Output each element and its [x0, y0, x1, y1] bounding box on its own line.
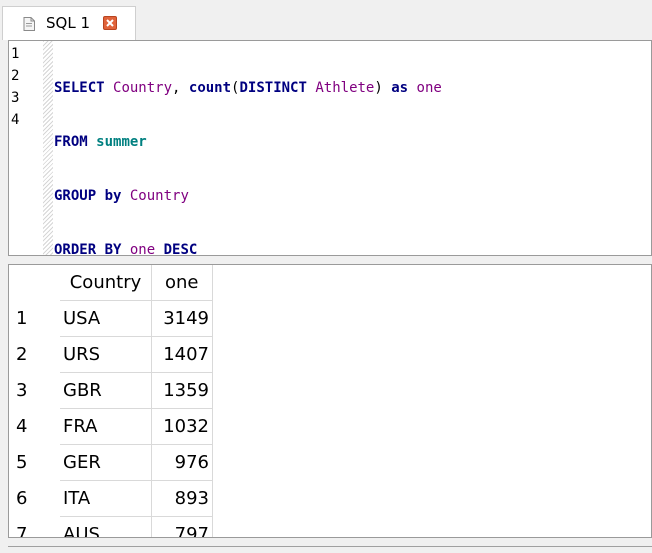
punctuation-token: ) [374, 80, 392, 96]
cell-country[interactable]: FRA [60, 409, 152, 445]
cell-one[interactable]: 797 [152, 517, 213, 537]
cell-country[interactable]: URS [60, 337, 152, 373]
cell-one[interactable]: 893 [152, 481, 213, 517]
identifier-token: one [416, 80, 442, 96]
cell-country[interactable]: ITA [60, 481, 152, 517]
bottom-scrollbar-area[interactable] [0, 538, 652, 553]
divider [8, 546, 652, 547]
table-token: summer [96, 134, 147, 150]
code-line: SELECT Country, count(DISTINCT Athlete) … [54, 77, 442, 99]
keyword-token: count [188, 80, 232, 96]
keyword-token: SELECT [54, 80, 105, 96]
keyword-token: DISTINCT [239, 80, 307, 96]
sql-file-icon [23, 16, 35, 31]
column-header-one[interactable]: one [152, 265, 213, 301]
cell-country[interactable]: AUS [60, 517, 152, 537]
cell-one[interactable]: 976 [152, 445, 213, 481]
row-header-corner [9, 265, 60, 301]
tab-strip: SQL 1 [0, 0, 652, 40]
tab-sql-1[interactable]: SQL 1 [2, 6, 136, 40]
close-icon[interactable] [103, 16, 117, 30]
line-number: 2 [11, 68, 20, 84]
identifier-token: Athlete [315, 80, 375, 96]
results-grid[interactable]: Country one 1 USA 3149 2 URS 1407 3 GBR … [8, 264, 652, 538]
row-number[interactable]: 7 [9, 517, 60, 537]
keyword-token: FROM [54, 134, 88, 150]
cell-one[interactable]: 1359 [152, 373, 213, 409]
cell-one[interactable]: 1407 [152, 337, 213, 373]
keyword-token: as [391, 80, 409, 96]
cell-one[interactable]: 1032 [152, 409, 213, 445]
row-number[interactable]: 6 [9, 481, 60, 517]
code-line: GROUP by Country [54, 185, 442, 207]
cell-country[interactable]: GER [60, 445, 152, 481]
line-number: 3 [11, 90, 20, 106]
identifier-token: Country [113, 80, 173, 96]
tab-label: SQL 1 [46, 14, 90, 32]
line-number: 1 [11, 46, 20, 62]
column-header-country[interactable]: Country [60, 265, 152, 301]
cell-country[interactable]: USA [60, 301, 152, 337]
code-line: FROM summer [54, 131, 442, 153]
line-number-gutter: 1 2 3 4 [9, 41, 53, 255]
row-number[interactable]: 5 [9, 445, 60, 481]
line-number: 4 [11, 112, 20, 128]
identifier-token: Country [129, 188, 189, 204]
row-number[interactable]: 4 [9, 409, 60, 445]
row-number[interactable]: 3 [9, 373, 60, 409]
cell-country[interactable]: GBR [60, 373, 152, 409]
pane-splitter[interactable] [0, 256, 652, 264]
row-number[interactable]: 2 [9, 337, 60, 373]
row-number[interactable]: 1 [9, 301, 60, 337]
cell-one[interactable]: 3149 [152, 301, 213, 337]
punctuation-token: , [172, 80, 189, 96]
keyword-token: GROUP by [54, 188, 122, 204]
sql-editor[interactable]: 1 2 3 4 SELECT Country, count(DISTINCT A… [8, 40, 652, 258]
